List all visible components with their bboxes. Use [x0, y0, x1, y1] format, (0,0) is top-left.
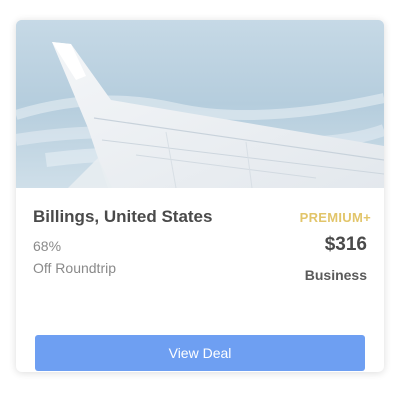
discount-percent: 68% [33, 238, 62, 254]
deal-card: Billings, United States PREMIUM+ 68% Off… [16, 20, 384, 372]
tier-badge: PREMIUM+ [299, 210, 371, 225]
deal-price: $316 [324, 234, 367, 255]
cabin-class: Business [304, 267, 367, 283]
discount-label: Off Roundtrip [33, 260, 117, 276]
deal-details: Billings, United States PREMIUM+ 68% Off… [16, 188, 384, 372]
destination-title: Billings, United States [33, 207, 213, 226]
airplane-wing-image [16, 20, 384, 188]
view-deal-button[interactable]: View Deal [35, 335, 365, 371]
